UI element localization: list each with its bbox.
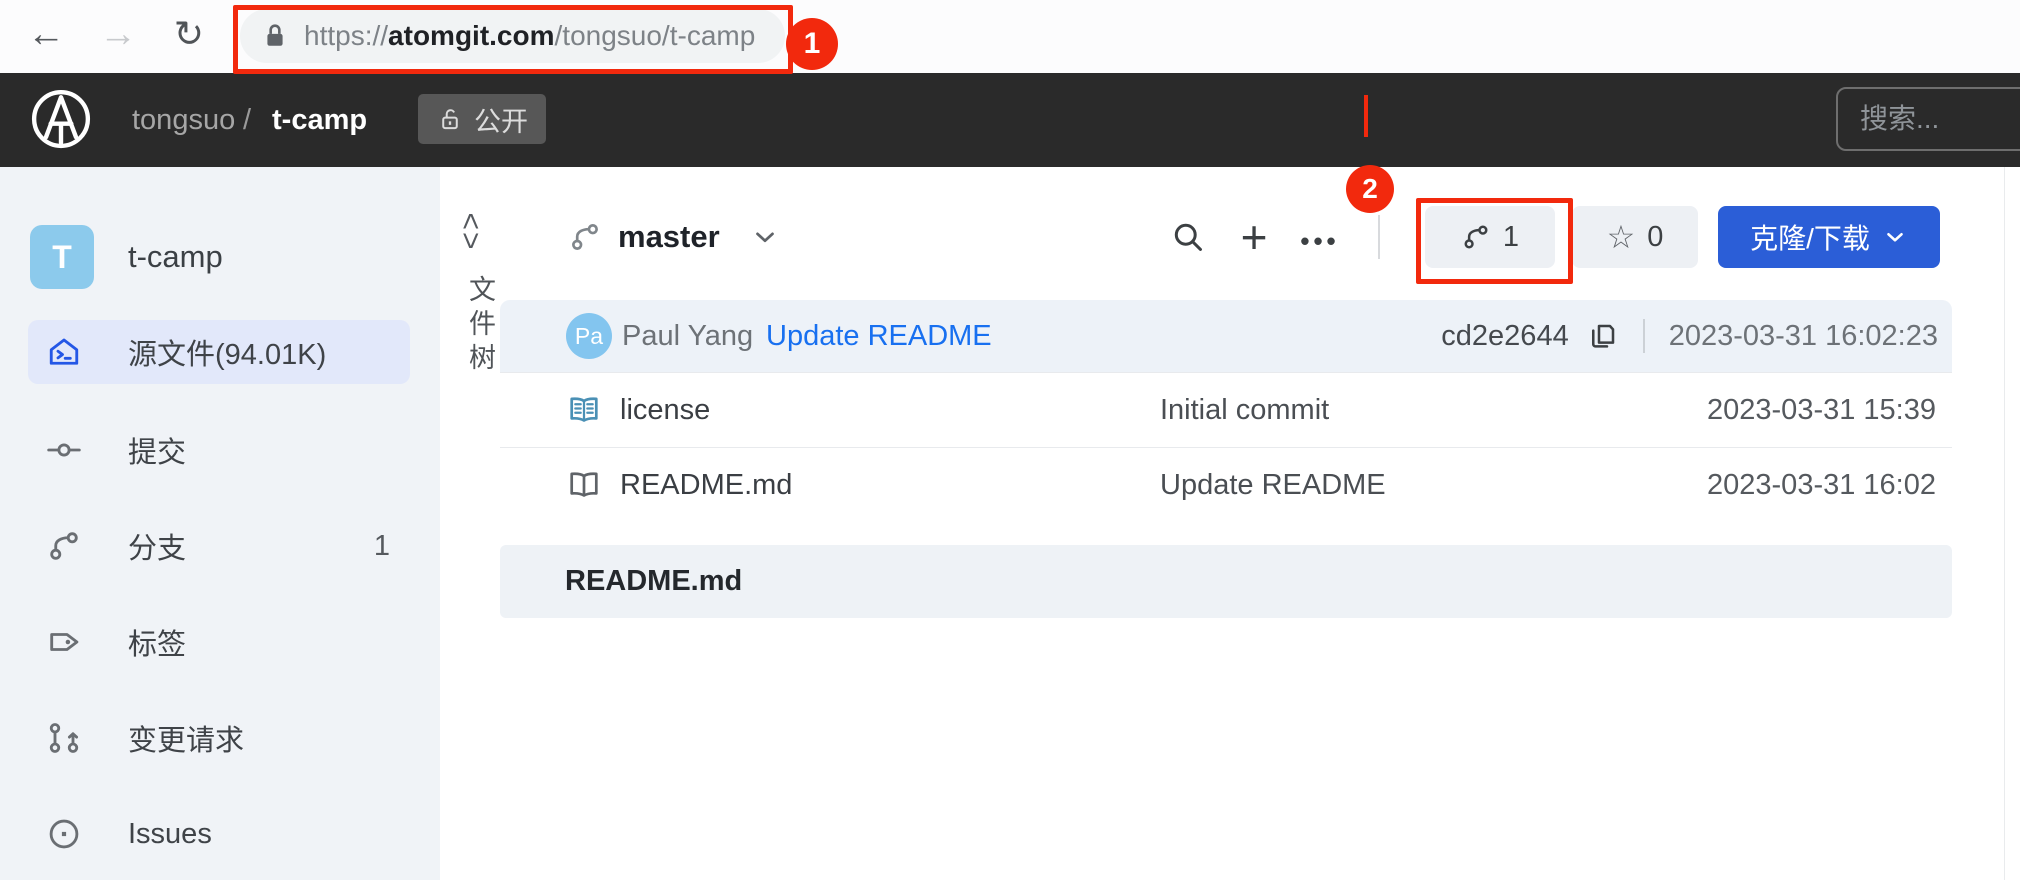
annotation-box-branches	[1416, 198, 1573, 284]
commit-meta: cd2e2644 2023-03-31 16:02:23	[1441, 300, 1938, 372]
annotation-pointer-line	[1364, 95, 1368, 137]
star-button[interactable]: ☆ 0	[1572, 206, 1698, 268]
toolbar-divider	[1378, 215, 1380, 259]
branch-icon	[46, 528, 82, 564]
copy-icon[interactable]	[1587, 320, 1619, 352]
unlock-icon	[436, 105, 464, 133]
issue-icon	[46, 816, 82, 852]
file-name[interactable]: license	[620, 373, 710, 447]
breadcrumb-repo[interactable]: t-camp	[272, 73, 367, 167]
sidebar-item-label: 提交	[128, 429, 186, 471]
latest-commit-bar: Pa Paul Yang Update README cd2e2644 2023…	[500, 300, 1952, 372]
commit-icon	[46, 432, 82, 468]
add-file-icon[interactable]: +	[1234, 217, 1274, 257]
browser-back-icon[interactable]: ←	[20, 8, 72, 60]
sidebar-item-label: 变更请求	[128, 717, 244, 759]
sidebar-item-label: Issues	[128, 818, 212, 851]
sidebar-item-branches[interactable]: 分支 1	[28, 514, 410, 578]
annotation-box-url	[233, 5, 793, 74]
divider	[2004, 167, 2005, 880]
toolbar-icons: + •••	[1168, 205, 1340, 269]
sidebar-item-commits[interactable]: 提交	[28, 418, 410, 482]
file-name[interactable]: README.md	[620, 448, 792, 522]
file-table: Pa Paul Yang Update README cd2e2644 2023…	[500, 300, 1952, 522]
license-book-icon	[566, 392, 602, 428]
home-code-icon	[46, 334, 82, 370]
repo-name: t-camp	[128, 225, 223, 289]
annotation-step-2: 2	[1346, 165, 1394, 213]
divider	[1643, 319, 1645, 353]
avatar: Pa	[566, 313, 612, 359]
branch-count-badge: 1	[374, 530, 390, 563]
branch-icon	[568, 220, 602, 254]
table-row-readme[interactable]: README.md Update README 2023-03-31 16:02	[500, 447, 1952, 522]
sidebar-item-label: 源文件(94.01K)	[128, 331, 326, 373]
file-commit-message[interactable]: Initial commit	[1160, 373, 1329, 447]
search-input[interactable]	[1836, 87, 2020, 151]
star-count: 0	[1647, 221, 1663, 254]
table-row-license[interactable]: license Initial commit 2023-03-31 15:39	[500, 372, 1952, 447]
atomgit-logo-icon[interactable]	[30, 88, 92, 150]
readme-book-icon	[566, 467, 602, 503]
file-commit-time: 2023-03-31 16:02	[1707, 448, 1936, 522]
readme-section-header: README.md	[500, 545, 1952, 618]
filetree-panel-tab: <> 文件树	[440, 167, 500, 880]
pull-request-icon	[46, 720, 82, 756]
sidebar-item-change-requests[interactable]: 变更请求	[28, 706, 410, 770]
commit-author[interactable]: Paul Yang	[622, 300, 753, 372]
sidebar-item-issues[interactable]: Issues	[28, 802, 410, 866]
branch-selector[interactable]: master	[568, 205, 780, 269]
visibility-badge: 公开	[418, 94, 546, 144]
clone-download-label: 克隆/下载	[1750, 217, 1870, 257]
more-actions-icon[interactable]: •••	[1300, 213, 1340, 261]
repo-avatar: T	[30, 225, 94, 289]
collapse-filetree-icon[interactable]: <>	[445, 202, 495, 262]
sidebar-item-source-files[interactable]: 源文件(94.01K)	[28, 320, 410, 384]
screen: ← → ↻ https://atomgit.com/tongsuo/t-camp…	[0, 0, 2020, 880]
filetree-tab-label[interactable]: 文件树	[440, 275, 500, 377]
commit-time: 2023-03-31 16:02:23	[1669, 320, 1938, 353]
repo-header: T t-camp	[0, 225, 440, 289]
repo-main: master + •••	[500, 167, 2020, 880]
chevron-down-icon	[1882, 224, 1908, 250]
file-commit-message[interactable]: Update README	[1160, 448, 1386, 522]
breadcrumb-owner[interactable]: tongsuo	[132, 73, 235, 167]
sidebar-item-label: 分支	[128, 525, 186, 567]
sidebar-item-label: 标签	[128, 621, 186, 663]
browser-reload-icon[interactable]: ↻	[163, 8, 215, 60]
browser-forward-icon[interactable]: →	[92, 8, 144, 60]
annotation-step-1: 1	[786, 18, 838, 70]
app-header: tongsuo / t-camp 公开	[0, 73, 2020, 167]
tag-icon	[46, 624, 82, 660]
commit-message-link[interactable]: Update README	[766, 300, 992, 372]
commit-hash[interactable]: cd2e2644	[1441, 320, 1568, 353]
visibility-badge-label: 公开	[474, 100, 528, 139]
breadcrumb-separator: /	[243, 73, 251, 167]
current-branch-label: master	[618, 219, 720, 255]
clone-download-button[interactable]: 克隆/下载	[1718, 206, 1940, 268]
star-icon: ☆	[1607, 221, 1636, 253]
search-files-icon[interactable]	[1168, 217, 1208, 257]
file-commit-time: 2023-03-31 15:39	[1707, 373, 1936, 447]
repo-sidebar: T t-camp 源文件(94.01K) 提交	[0, 167, 441, 880]
readme-title: README.md	[565, 545, 1952, 618]
chevron-down-icon	[750, 222, 780, 252]
sidebar-item-tags[interactable]: 标签	[28, 610, 410, 674]
